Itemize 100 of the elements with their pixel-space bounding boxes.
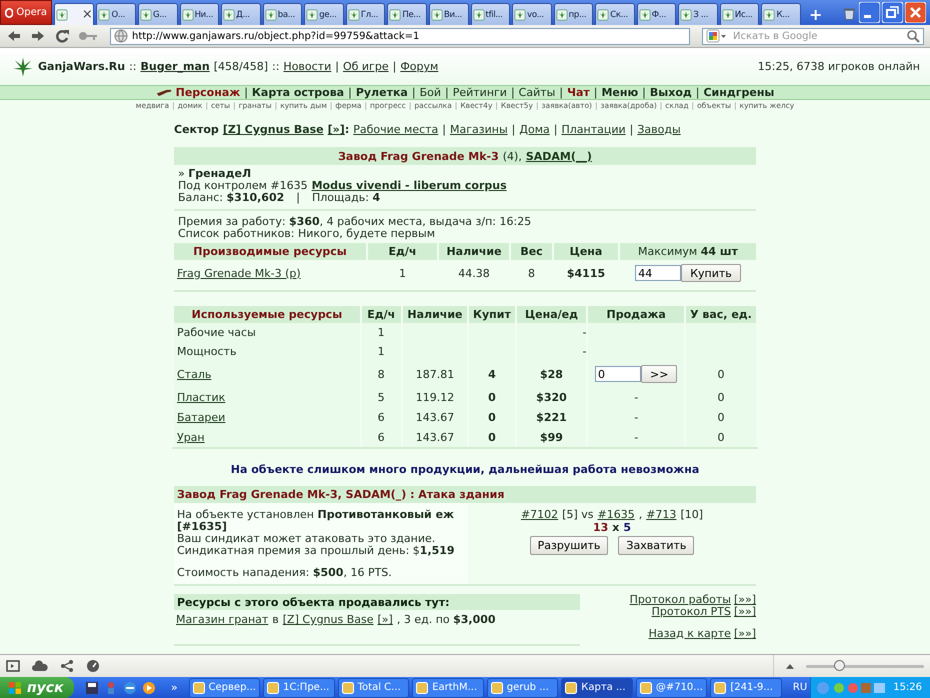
browser-tab[interactable]: vo...: [512, 3, 552, 25]
sell-button[interactable]: >>: [640, 365, 678, 383]
sector-nav-link[interactable]: Рабочие места: [353, 123, 438, 136]
speedometer-icon[interactable]: [86, 659, 100, 673]
taskbar-button[interactable]: EarthM...: [412, 678, 484, 698]
buy-button[interactable]: Купить: [681, 264, 741, 282]
nav-link[interactable]: Рулетка: [356, 86, 408, 99]
taskbar-button[interactable]: @#710...: [636, 678, 708, 698]
nav-link[interactable]: Персонаж: [176, 86, 240, 99]
nav-link[interactable]: Рейтинги: [452, 86, 507, 99]
browser-tab[interactable]: З ...: [678, 3, 718, 25]
tray-icons-drawing[interactable]: [817, 680, 888, 694]
header-link[interactable]: Об игре: [342, 60, 389, 73]
share-icon[interactable]: [60, 659, 74, 673]
nav-link[interactable]: Синдгрены: [703, 86, 774, 99]
browser-tab[interactable]: Ск...: [595, 3, 635, 25]
opera-menu-button[interactable]: Opera: [0, 0, 52, 25]
browser-tab[interactable]: Ф...: [636, 3, 676, 25]
side-link[interactable]: Протокол работы: [630, 594, 731, 606]
page-icon: [182, 8, 194, 20]
attack-action-button[interactable]: Захватить: [618, 536, 694, 555]
player-link[interactable]: #7102: [520, 508, 558, 521]
separator-text: |: [696, 86, 700, 99]
nav-link[interactable]: Сайты: [518, 86, 556, 99]
quantity-field[interactable]: 44: [635, 265, 682, 281]
language-indicator[interactable]: RU: [792, 682, 808, 693]
more-link[interactable]: [»»]: [734, 628, 756, 640]
taskbar-button[interactable]: gerub ...: [486, 678, 558, 698]
restore-icon[interactable]: [882, 2, 904, 23]
reload-icon[interactable]: [54, 28, 70, 44]
shop-link[interactable]: [Z] Cygnus Base: [282, 613, 374, 626]
shop-link[interactable]: Магазин гранат: [176, 613, 268, 626]
resource-link[interactable]: Frag Grenade Mk-3 (p): [177, 266, 301, 280]
search-icon[interactable]: [906, 29, 920, 43]
browser-tab[interactable]: Пе...: [387, 3, 427, 25]
nav-link[interactable]: Меню: [601, 86, 638, 99]
taskbar-button[interactable]: Карта ...: [561, 678, 633, 698]
more-text[interactable]: »: [170, 681, 178, 694]
forward-icon[interactable]: [30, 28, 46, 44]
resource-link[interactable]: Батареи: [177, 410, 226, 424]
browser-tab[interactable]: ×: [54, 3, 94, 25]
browser-tab[interactable]: Д...: [221, 3, 261, 25]
side-link[interactable]: Протокол PTS: [652, 606, 731, 618]
zoom-slider[interactable]: [806, 660, 924, 672]
sell-quantity-field[interactable]: 0: [594, 366, 641, 382]
browser-tab[interactable]: tfil...: [470, 3, 510, 25]
address-field[interactable]: http://www.ganjawars.ru/object.php?id=99759&attack=1: [110, 28, 690, 44]
browser-tab[interactable]: К...: [761, 3, 802, 25]
player-link[interactable]: #713: [646, 508, 676, 521]
syndicate-link[interactable]: Modus vivendi - liberum corpus: [312, 180, 507, 192]
sector-nav-link[interactable]: Заводы: [637, 123, 681, 136]
nav-link[interactable]: Выход: [650, 86, 692, 99]
browser-tab[interactable]: Гл...: [346, 3, 386, 25]
taskbar-button[interactable]: Total C...: [338, 678, 410, 698]
minimize-icon[interactable]: [859, 2, 880, 23]
resource-link[interactable]: Уран: [177, 430, 205, 444]
nav-link[interactable]: Карта острова: [252, 86, 344, 99]
taskbar-button[interactable]: 1С:Пре...: [263, 678, 335, 698]
attack-action-button[interactable]: Разрушить: [530, 536, 608, 555]
side-link[interactable]: Назад к карте: [648, 628, 731, 640]
taskbar-button[interactable]: [241-9...: [710, 678, 782, 698]
resource-link[interactable]: Пластик: [177, 390, 226, 404]
header-link[interactable]: Новости: [283, 60, 332, 73]
new-tab-button[interactable]: +: [803, 3, 828, 25]
browser-tab[interactable]: G...: [138, 3, 178, 25]
table-cell-text: 44.38: [457, 266, 491, 282]
username-link[interactable]: Buger_man: [140, 60, 210, 73]
floppy-icon[interactable]: [84, 680, 99, 694]
browser-tab[interactable]: пр...: [554, 3, 594, 25]
sector-nav-link[interactable]: Магазины: [450, 123, 508, 136]
sector-nav-link[interactable]: Дома: [519, 123, 550, 136]
caret-up-icon[interactable]: [786, 664, 794, 668]
page-icon: [597, 8, 610, 20]
play-icon[interactable]: [142, 680, 156, 694]
nav-link[interactable]: Чат: [567, 86, 590, 99]
header-link[interactable]: Форум: [400, 60, 438, 73]
close-icon[interactable]: [905, 2, 926, 23]
cloud-icon[interactable]: [32, 660, 48, 672]
taskbar-button[interactable]: Сервер...: [188, 678, 260, 698]
browser-tab[interactable]: О...: [96, 3, 136, 25]
search-field[interactable]: Искать в Google: [702, 28, 924, 44]
sector-link[interactable]: [Z] Cygnus Base: [222, 123, 324, 136]
browser-tab[interactable]: Ви...: [428, 3, 469, 25]
more-link[interactable]: [»»]: [734, 606, 756, 618]
browser-tab[interactable]: ba...: [262, 3, 302, 25]
sector-nav-link[interactable]: Плантации: [561, 123, 626, 136]
sector-more-link[interactable]: [»]: [328, 123, 345, 136]
player-link[interactable]: #1635: [598, 508, 635, 521]
panel-icon[interactable]: [6, 659, 20, 673]
owner-link[interactable]: SADAM(__): [526, 150, 592, 162]
more-link[interactable]: [»»]: [734, 594, 756, 606]
resource-link[interactable]: Сталь: [177, 368, 212, 380]
browser-tab[interactable]: ge...: [304, 3, 344, 25]
browser-tab[interactable]: Ис...: [720, 3, 760, 25]
back-icon[interactable]: [6, 28, 22, 44]
nav-link[interactable]: Бой: [420, 86, 441, 99]
shop-link[interactable]: [»]: [378, 613, 393, 626]
close-tab-button[interactable]: ×: [82, 7, 92, 22]
trash-icon[interactable]: [842, 6, 858, 22]
browser-tab[interactable]: Ни...: [180, 3, 220, 25]
